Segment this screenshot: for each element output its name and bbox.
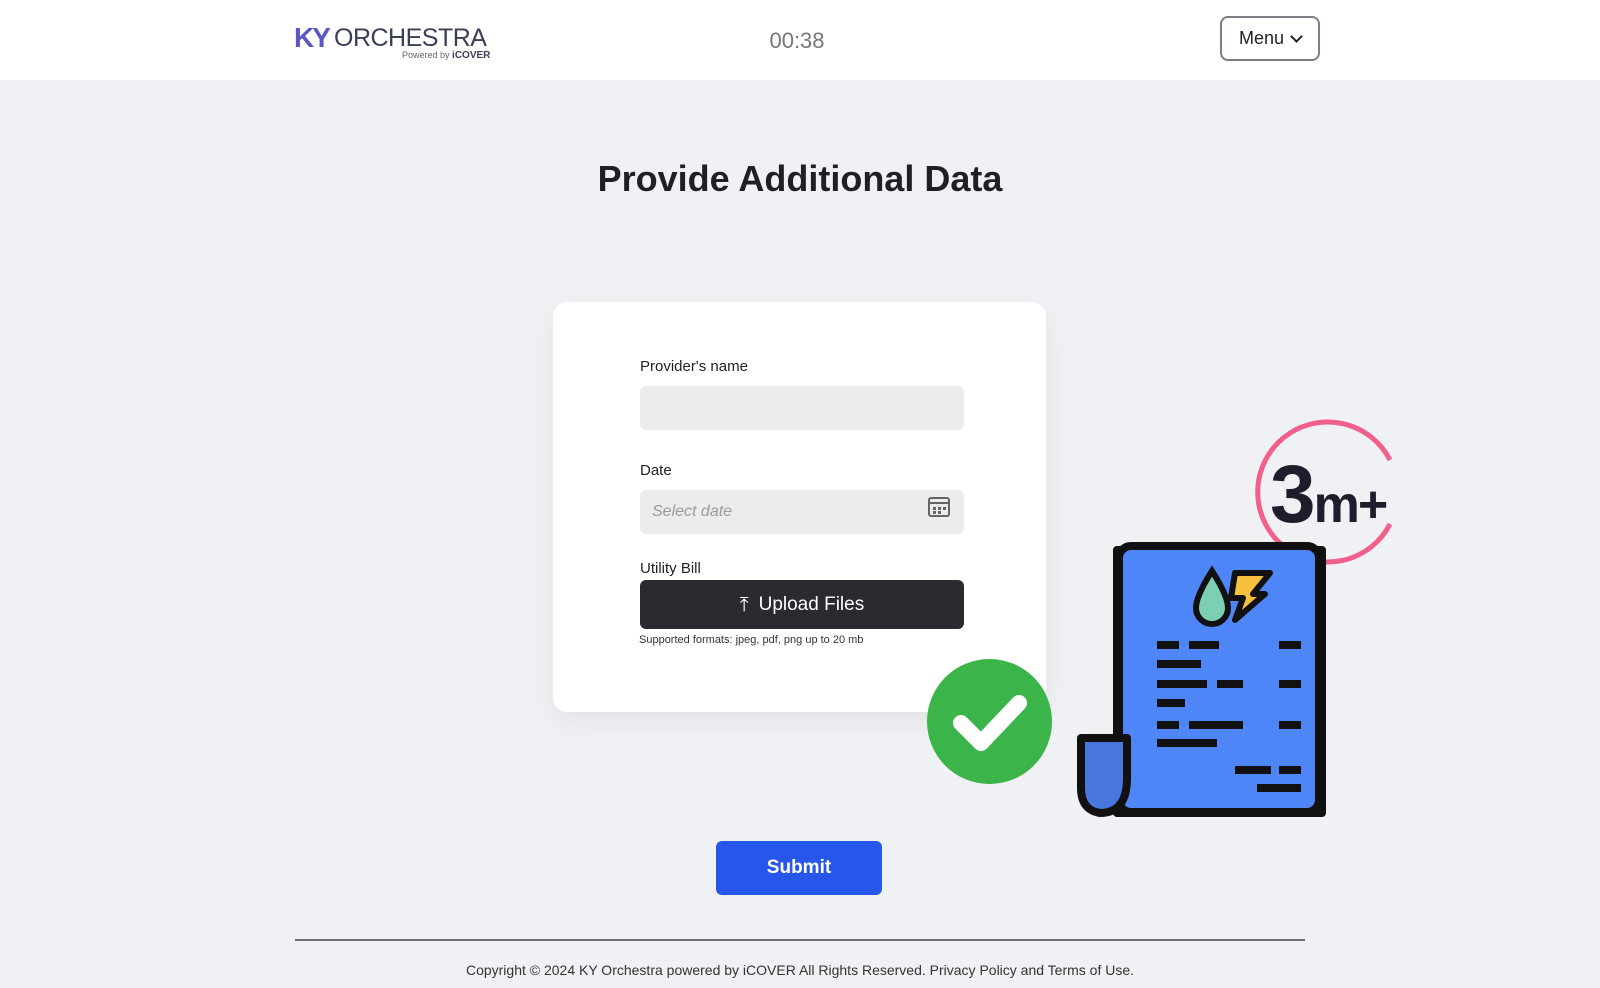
ky-orchestra-logo[interactable]: KY ORCHESTRA Powered by iCOVER	[294, 22, 494, 62]
logo-orchestra-text: ORCHESTRA	[334, 24, 487, 52]
footer-divider	[295, 939, 1305, 941]
logo-ky-text: KY	[294, 22, 331, 53]
submit-button[interactable]: Submit	[716, 841, 882, 895]
success-check-icon	[927, 659, 1052, 784]
upload-arrow-icon: ⤒	[739, 593, 749, 616]
menu-label: Menu	[1238, 28, 1285, 48]
upload-files-button[interactable]: ⤒ Upload Files	[640, 580, 964, 629]
logo-powered-by: Powered by iCOVER	[402, 50, 490, 61]
upload-files-label: Upload Files	[758, 593, 865, 615]
upload-hint: Supported formats: jpeg, pdf, png up to …	[639, 634, 864, 646]
logo-powered-text: Powered by	[402, 50, 450, 60]
chevron-down-icon	[1290, 29, 1303, 43]
menu-button[interactable]: Menu	[1220, 16, 1320, 61]
usage-badge: 3m+	[1270, 448, 1389, 542]
badge-number: 3	[1270, 449, 1316, 540]
date-label: Date	[640, 462, 672, 479]
utility-bill-label: Utility Bill	[640, 560, 701, 577]
footer-copyright: Copyright © 2024 KY Orchestra powered by…	[465, 962, 1135, 978]
date-input[interactable]	[640, 490, 964, 534]
calendar-icon[interactable]	[928, 497, 950, 517]
provider-name-label: Provider's name	[640, 358, 748, 375]
session-timer: 00:38	[769, 28, 825, 53]
badge-suffix: m+	[1313, 476, 1389, 534]
page-title: Provide Additional Data	[597, 158, 1003, 199]
logo-brand-text: iCOVER	[452, 50, 491, 61]
provider-name-input[interactable]	[640, 386, 964, 430]
header-bar: KY ORCHESTRA Powered by iCOVER 00:38 Men…	[0, 0, 1600, 80]
